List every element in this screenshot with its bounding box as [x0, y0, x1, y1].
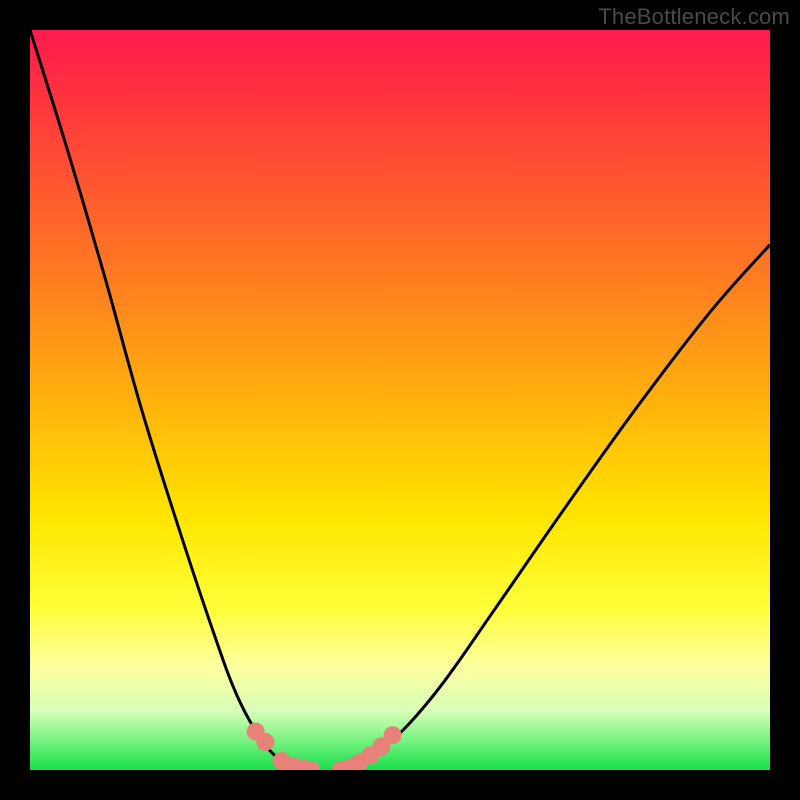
attribution-text: TheBottleneck.com	[598, 4, 790, 30]
left-curve	[30, 30, 311, 770]
chart-frame: TheBottleneck.com	[0, 0, 800, 800]
data-marker	[384, 726, 402, 744]
data-marker	[256, 733, 274, 751]
data-markers	[247, 723, 402, 770]
curve-layer	[30, 30, 770, 770]
plot-area	[30, 30, 770, 770]
right-curve	[341, 245, 770, 770]
